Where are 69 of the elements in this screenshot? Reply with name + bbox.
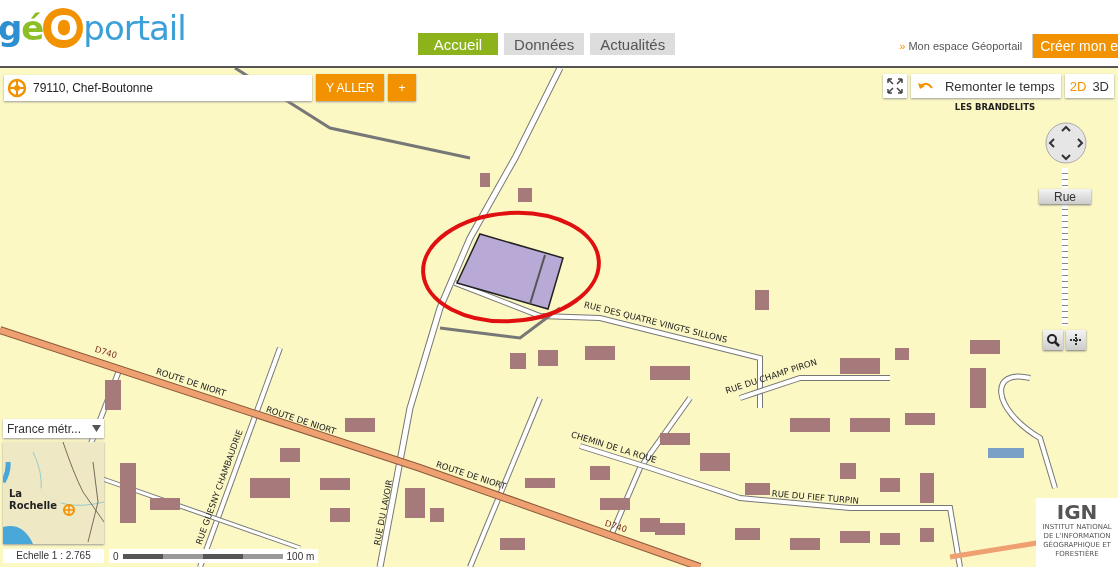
crosshair-icon (1069, 333, 1083, 347)
dropdown-caret-icon (92, 425, 101, 432)
territory-dropdown[interactable]: France métr... (3, 419, 104, 438)
building (905, 413, 935, 425)
building (430, 508, 444, 522)
nav-tab[interactable]: Actualités (590, 33, 676, 55)
building (660, 433, 690, 445)
expand-icon (885, 77, 904, 95)
building (850, 418, 890, 432)
building (745, 483, 770, 495)
zoom-box-button[interactable] (1043, 330, 1063, 350)
pond (988, 448, 1024, 458)
location-marker-icon (63, 504, 75, 516)
building (120, 463, 136, 523)
building (150, 498, 180, 510)
building (790, 418, 830, 432)
building (600, 498, 630, 510)
magnifier-icon (1046, 333, 1060, 347)
building (970, 340, 1000, 354)
map-label: LES BRANDELITS (954, 102, 1036, 112)
building (755, 290, 769, 310)
scale-bar: 0 100 m (109, 549, 319, 563)
overview-map[interactable]: La Rochelle (3, 442, 104, 544)
account-link[interactable]: Mon espace Géoportail (908, 40, 1023, 52)
view-mode-toggle[interactable]: 3D (1089, 78, 1112, 94)
building (538, 350, 558, 366)
building (735, 528, 760, 540)
building (510, 353, 526, 369)
chevron-marker: » (899, 40, 906, 52)
building (585, 346, 615, 360)
building (480, 173, 490, 187)
building (330, 508, 350, 522)
building (105, 380, 121, 410)
building (500, 538, 525, 550)
building (880, 478, 900, 492)
building (840, 358, 880, 374)
map-label: RUE DU FIEF TURPIN (771, 488, 860, 506)
center-button[interactable] (1066, 330, 1086, 350)
building (895, 348, 909, 360)
building (840, 531, 870, 543)
building (840, 463, 856, 479)
place-label: La Rochelle (9, 488, 61, 512)
building (920, 473, 934, 503)
pan-control-icon[interactable] (1045, 122, 1087, 164)
nav-tab[interactable]: Données (504, 33, 585, 55)
building (650, 366, 690, 380)
map-label: D740 (93, 343, 119, 361)
search-input[interactable]: 79110, Chef-Boutonne (31, 79, 305, 96)
building (250, 478, 290, 498)
map-label: RUE DU LAVOIR (371, 478, 395, 547)
building (880, 533, 900, 545)
building (970, 368, 986, 408)
history-button[interactable]: Remonter le temps (910, 74, 1061, 98)
building (518, 188, 532, 202)
building (700, 453, 730, 471)
building (590, 466, 610, 480)
building (405, 488, 425, 518)
building (280, 448, 300, 462)
building (525, 478, 555, 488)
search-field[interactable]: 79110, Chef-Boutonne (4, 74, 312, 101)
locate-icon (7, 77, 27, 98)
fullscreen-button[interactable] (882, 74, 907, 98)
map-label: D740 (603, 517, 629, 535)
building (920, 528, 934, 542)
building (320, 478, 350, 490)
building (345, 418, 375, 432)
building (790, 538, 820, 550)
scale-ratio: Echelle 1 : 2.765 (3, 549, 104, 563)
zoom-thumb[interactable]: Rue (1039, 189, 1091, 205)
